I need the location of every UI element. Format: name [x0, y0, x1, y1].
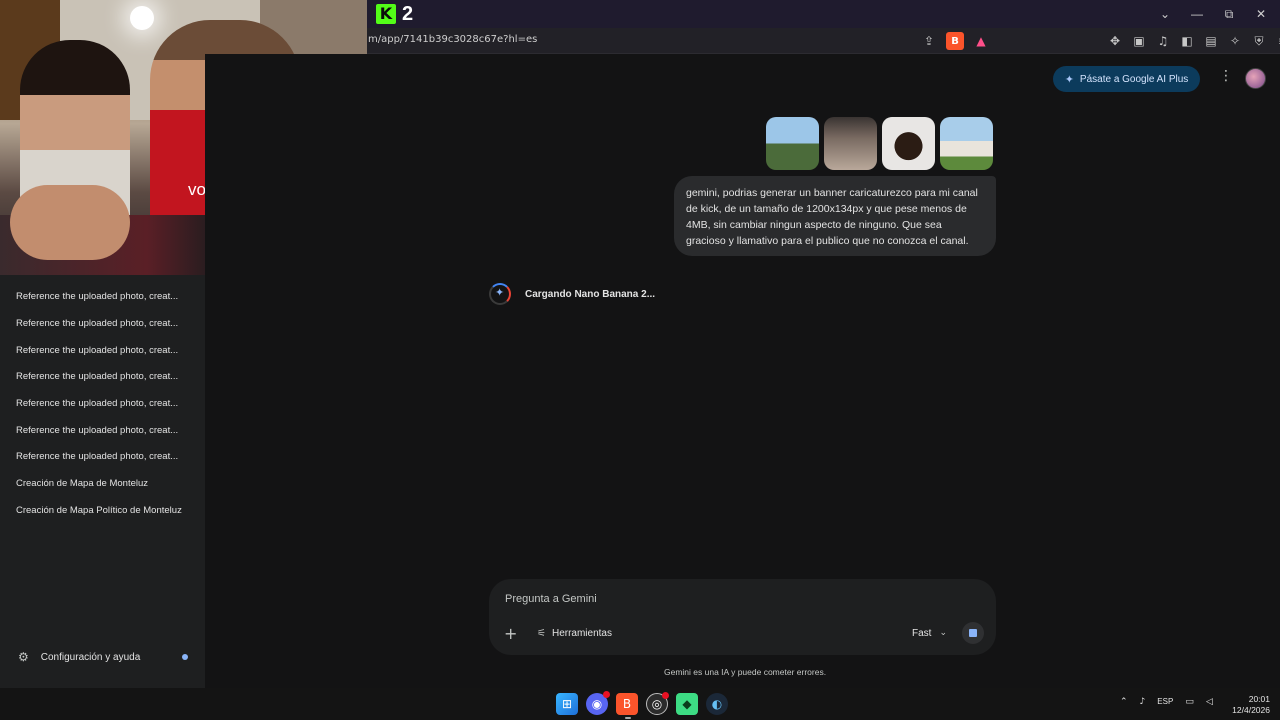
menu-icon[interactable]: ≡ [1274, 32, 1280, 50]
clock[interactable]: 20:01 12/4/2026 [1228, 694, 1270, 716]
microphone-icon[interactable]: ♪ [1140, 697, 1146, 707]
leo-ai-icon[interactable]: ✧ [1226, 32, 1244, 50]
restore-button[interactable]: ⧉ [1220, 4, 1238, 24]
obs-icon[interactable]: ◎ [646, 692, 669, 715]
sidebar-toggle-icon[interactable]: ◧ [1178, 32, 1196, 50]
disclaimer: Gemini es una IA y puede cometer errores… [664, 667, 827, 677]
system-tray: ⌃ ♪ ESP ▭ ◁ [1120, 697, 1213, 707]
close-button[interactable]: ✕ [1252, 4, 1270, 24]
uploaded-image-thumbnail[interactable] [882, 117, 935, 170]
screen: K 2 ⌄ — ⧉ ✕ m/app/7141b39c3028c67e?hl=es… [0, 0, 1280, 720]
clock-date: 12/4/2026 [1232, 705, 1270, 715]
language-indicator[interactable]: ESP [1157, 697, 1173, 707]
sidebar-chat-item[interactable]: Reference the uploaded photo, creat... [16, 398, 178, 409]
sidebar: Reference the uploaded photo, creat... R… [0, 275, 205, 688]
uploaded-image-thumbnail[interactable] [824, 117, 877, 170]
volume-icon[interactable]: ◁ [1206, 697, 1213, 707]
screenshot-icon[interactable]: ▣ [1130, 32, 1148, 50]
recording-badge [662, 692, 669, 699]
brave-rewards-icon[interactable]: ▲ [972, 32, 990, 50]
active-indicator [625, 717, 631, 719]
brave-shields-icon[interactable]: B [946, 32, 964, 50]
sidebar-chat-item[interactable]: Creación de Mapa Político de Monteluz [16, 505, 182, 516]
minimize-button[interactable]: — [1188, 4, 1206, 24]
uploaded-image-thumbnail[interactable] [766, 117, 819, 170]
windows-start-icon[interactable]: ⊞ [556, 693, 578, 715]
brave-browser-icon[interactable]: B [616, 693, 638, 719]
tab-list-button[interactable]: ⌄ [1156, 4, 1174, 24]
sparkle-icon: ✦ [1064, 73, 1074, 86]
upgrade-label: Pásate a Google AI Plus [1079, 73, 1189, 85]
window-controls: ⌄ — ⧉ ✕ [1156, 4, 1270, 24]
sidebar-chat-item[interactable]: Reference the uploaded photo, creat... [16, 451, 178, 462]
toolbar-icons: ✥ ▣ ♫ ◧ ▤ ✧ ⛨ ≡ [1106, 32, 1280, 50]
media-icon[interactable]: ♫ [1154, 32, 1172, 50]
loading-text: Cargando Nano Banana 2... [525, 288, 656, 300]
settings-help-button[interactable]: ⚙ Configuración y ayuda [18, 650, 140, 664]
steam-icon[interactable]: ◐ [706, 693, 728, 715]
notification-badge [603, 691, 610, 698]
mode-label: Fast [912, 628, 932, 639]
sidebar-chat-item[interactable]: Reference the uploaded photo, creat... [16, 318, 178, 329]
ceiling-light [130, 6, 154, 30]
android-icon[interactable]: ◆ [676, 693, 698, 715]
hand-on-mouse [10, 185, 130, 260]
more-options-icon[interactable]: ⋮ [1219, 68, 1233, 84]
taskbar: ⊞ ◉ B ◎ ◆ ◐ ⌃ ♪ ESP ▭ ◁ 20:01 12/4/2026 [0, 688, 1280, 720]
prompt-input[interactable] [505, 593, 885, 605]
kick-logo-icon: K [376, 4, 396, 24]
clock-time: 20:01 [1248, 694, 1270, 704]
prompt-composer: + ⚟ Herramientas Fast ⌄ [489, 579, 996, 655]
model-mode-selector[interactable]: Fast ⌄ [912, 628, 947, 639]
notification-dot [182, 654, 188, 660]
gear-icon: ⚙ [18, 650, 29, 664]
settings-label: Configuración y ayuda [40, 651, 141, 663]
stop-button[interactable] [962, 622, 984, 644]
chevron-down-icon: ⌄ [939, 628, 947, 638]
sidebar-chat-item[interactable]: Reference the uploaded photo, creat... [16, 291, 178, 302]
kick-tab-number: 2 [402, 3, 414, 25]
sidebar-chat-item[interactable]: Creación de Mapa de Monteluz [16, 478, 148, 489]
discord-icon[interactable]: ◉ [586, 691, 610, 715]
vpn-icon[interactable]: ⛨ [1250, 32, 1268, 50]
user-message: gemini, podrias generar un banner carica… [674, 176, 996, 256]
chevron-up-icon[interactable]: ⌃ [1120, 697, 1128, 707]
add-attachment-icon[interactable]: + [504, 624, 517, 643]
kick-tab[interactable]: K 2 [376, 4, 413, 24]
url-text[interactable]: m/app/7141b39c3028c67e?hl=es [368, 34, 537, 45]
tools-label: Herramientas [551, 628, 612, 639]
network-icon[interactable]: ▭ [1185, 697, 1194, 707]
sidebar-chat-item[interactable]: Reference the uploaded photo, creat... [16, 371, 178, 382]
address-bar-icons: ⇪ B ▲ [920, 32, 990, 50]
share-icon[interactable]: ⇪ [920, 32, 938, 50]
gemini-spinner-icon [489, 283, 511, 305]
gemini-main: ✦ Pásate a Google AI Plus ⋮ gemini, podr… [205, 54, 1280, 688]
sidebar-chat-item[interactable]: Reference the uploaded photo, creat... [16, 345, 178, 356]
extensions-icon[interactable]: ✥ [1106, 32, 1124, 50]
tools-button[interactable]: ⚟ Herramientas [537, 628, 612, 639]
uploaded-image-thumbnail[interactable] [940, 117, 993, 170]
tools-icon: ⚟ [537, 628, 546, 639]
loading-indicator: Cargando Nano Banana 2... [489, 283, 655, 305]
upgrade-button[interactable]: ✦ Pásate a Google AI Plus [1053, 66, 1200, 92]
uploaded-images [766, 117, 993, 170]
taskbar-apps: ⊞ ◉ B ◎ ◆ ◐ [556, 691, 728, 719]
wallet-icon[interactable]: ▤ [1202, 32, 1220, 50]
avatar[interactable] [1245, 68, 1266, 89]
sidebar-chat-item[interactable]: Reference the uploaded photo, creat... [16, 425, 178, 436]
